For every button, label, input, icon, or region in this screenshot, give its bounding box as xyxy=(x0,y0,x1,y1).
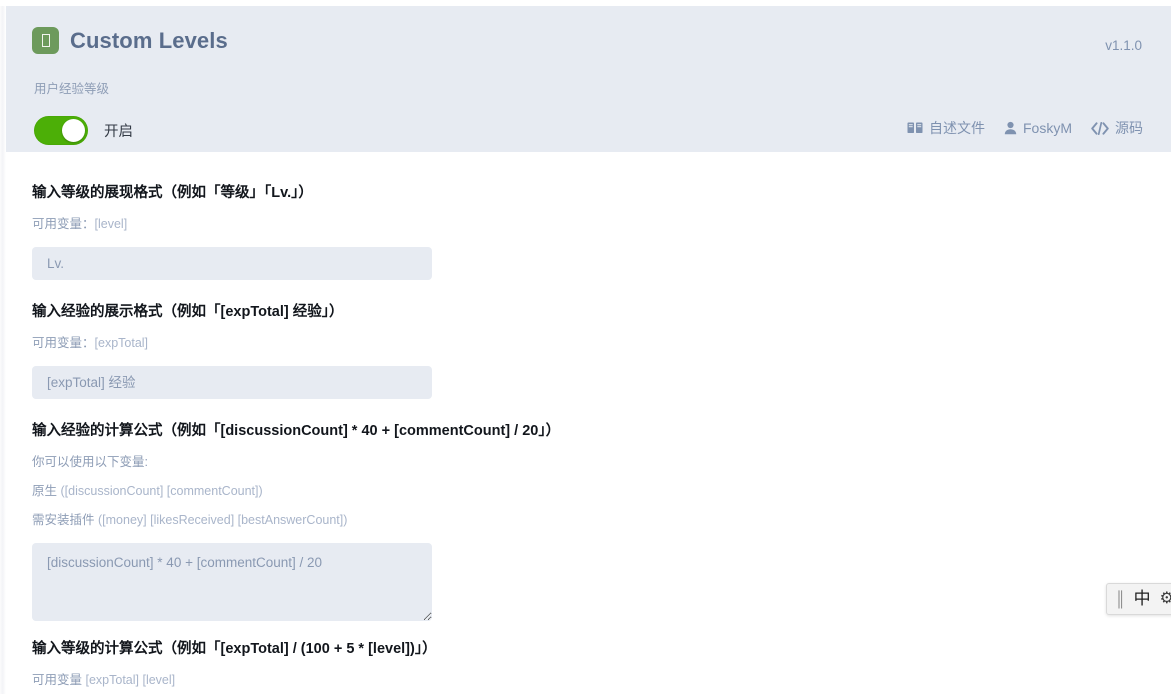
enable-extension-toggle[interactable] xyxy=(34,116,88,145)
tofu-box-icon xyxy=(32,27,59,54)
code-icon xyxy=(1091,121,1109,135)
field-label: 输入经验的展示格式（例如「[expTotal] 经验」） xyxy=(32,304,344,320)
extension-settings-page: Custom Levels v1.1.0 用户经验等级 开启 自述文件 Fosk… xyxy=(0,0,1171,694)
field-label: 输入经验的计算公式（例如「[discussionCount] * 40 + [c… xyxy=(32,423,561,439)
field-level-format: 输入等级的展现格式（例如「等级」「Lv.」） 可用变量：[level] xyxy=(32,184,432,281)
settings-form: 输入等级的展现格式（例如「等级」「Lv.」） 可用变量：[level] 输入经验… xyxy=(6,152,1171,694)
author-link[interactable]: FoskyM xyxy=(1004,121,1072,135)
level-format-input[interactable] xyxy=(32,247,432,281)
field-hint-label: 可用变量： xyxy=(32,216,95,231)
field-hint-native: 原生 ([discussionCount] [commentCount]) xyxy=(32,483,560,499)
author-link-label: FoskyM xyxy=(1023,120,1072,136)
book-icon xyxy=(907,121,923,135)
source-code-link[interactable]: 源码 xyxy=(1091,121,1143,135)
ime-mode-button[interactable]: 中 xyxy=(1134,590,1151,608)
page-title: Custom Levels xyxy=(70,27,228,53)
native-vars-label: 原生 xyxy=(32,484,58,499)
readme-link[interactable]: 自述文件 xyxy=(907,121,985,135)
readme-link-label: 自述文件 xyxy=(929,120,985,136)
source-code-link-label: 源码 xyxy=(1115,120,1143,136)
native-vars-list: ([discussionCount] [commentCount]) xyxy=(60,484,263,499)
ime-floating-bar[interactable]: ║ 中 ⚙ xyxy=(1106,583,1171,615)
exp-format-input[interactable] xyxy=(32,366,432,400)
exp-formula-textarea[interactable] xyxy=(32,542,432,621)
field-exp-formula: 输入经验的计算公式（例如「[discussionCount] * 40 + [c… xyxy=(32,422,560,621)
extension-title-row: Custom Levels xyxy=(32,27,228,54)
field-hint: 可用变量：[level] xyxy=(32,216,432,232)
field-hint: 可用变量：[expTotal] xyxy=(32,335,432,351)
field-hint-intro: 你可以使用以下变量: xyxy=(32,454,560,470)
drag-grip-icon[interactable]: ║ xyxy=(1115,592,1126,607)
plugin-vars-label: 需安装插件 xyxy=(32,513,95,528)
field-label: 输入等级的展现格式（例如「等级」「Lv.」） xyxy=(32,185,313,201)
extension-subtitle: 用户经验等级 xyxy=(34,82,110,96)
extension-header: Custom Levels v1.1.0 用户经验等级 开启 自述文件 Fosk… xyxy=(6,6,1171,152)
field-hint-intro-text: 你可以使用以下变量: xyxy=(32,454,148,469)
field-exp-format: 输入经验的展示格式（例如「[expTotal] 经验」） 可用变量：[expTo… xyxy=(32,303,432,400)
toggle-knob xyxy=(62,119,85,142)
field-hint-vars: [expTotal] xyxy=(94,335,149,350)
field-hint: 可用变量 [expTotal] [level] xyxy=(32,672,437,688)
header-links: 自述文件 FoskyM 源码 xyxy=(907,121,1143,135)
field-label: 输入等级的计算公式（例如「[expTotal] / (100 + 5 * [le… xyxy=(32,641,437,657)
field-hint-vars: [expTotal] [level] xyxy=(85,672,176,687)
toggle-state-label: 开启 xyxy=(104,124,133,140)
panel-left-edge xyxy=(0,0,6,694)
field-hint-label: 可用变量： xyxy=(32,335,95,350)
plugin-vars-list: ([money] [likesReceived] [bestAnswerCoun… xyxy=(98,513,348,528)
panel-top-edge xyxy=(0,0,1171,6)
version-badge: v1.1.0 xyxy=(1105,38,1142,53)
field-level-formula: 输入等级的计算公式（例如「[expTotal] / (100 + 5 * [le… xyxy=(32,640,437,688)
field-hint-vars: [level] xyxy=(94,216,128,231)
field-hint-label: 可用变量 xyxy=(32,672,83,687)
person-icon xyxy=(1004,121,1017,135)
enable-toggle-row: 开启 xyxy=(34,116,133,145)
gear-icon[interactable]: ⚙ xyxy=(1160,591,1171,607)
field-hint-plugin: 需安装插件 ([money] [likesReceived] [bestAnsw… xyxy=(32,512,560,528)
